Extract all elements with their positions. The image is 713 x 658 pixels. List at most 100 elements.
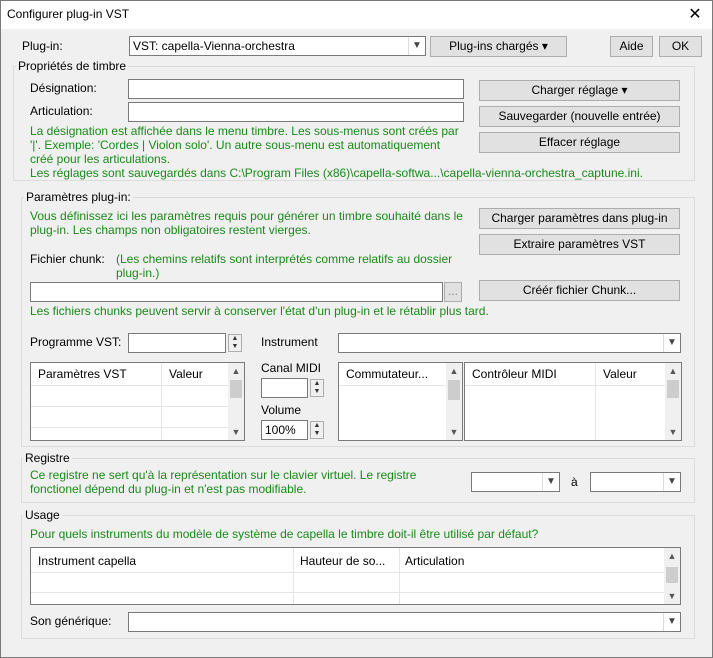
- register-info-text: Ce registre ne sert qu'à la représentati…: [30, 468, 417, 496]
- value-col-header[interactable]: Valeur: [169, 367, 203, 381]
- chunk-info-text: Les fichiers chunks peuvent servir à con…: [30, 304, 489, 318]
- usage-question-text: Pour quels instruments du modèle de syst…: [30, 527, 539, 541]
- spin-up-icon[interactable]: ▲: [311, 422, 323, 430]
- capella-instrument-table[interactable]: Instrument capella Hauteur de so... Arti…: [30, 547, 681, 605]
- row-divider: [465, 385, 665, 386]
- chevron-down-icon[interactable]: ▼: [663, 473, 680, 491]
- chevron-down-icon[interactable]: ▼: [408, 37, 425, 55]
- plugin-select-value: VST: capella-Vienna-orchestra: [133, 39, 295, 53]
- column-divider: [595, 363, 596, 440]
- scroll-thumb[interactable]: [667, 380, 679, 398]
- chunk-file-input[interactable]: [30, 282, 443, 302]
- scroll-down-icon[interactable]: ▼: [664, 588, 680, 604]
- designation-input[interactable]: [128, 79, 464, 99]
- vst-params-table[interactable]: Paramètres VST Valeur ▲ ▼: [30, 362, 245, 441]
- register-to-select[interactable]: ▼: [590, 472, 681, 492]
- chevron-down-icon[interactable]: ▼: [663, 613, 680, 631]
- volume-spinner[interactable]: ▲ ▼: [310, 421, 324, 439]
- scroll-thumb[interactable]: [666, 567, 678, 583]
- vst-program-label: Programme VST:: [30, 335, 122, 349]
- params-intro-text: Vous définissez ici les paramètres requi…: [30, 209, 463, 237]
- timbre-group-label: Propriétés de timbre: [16, 59, 129, 73]
- plugin-label: Plug-in:: [22, 39, 63, 53]
- articulation-input[interactable]: [128, 102, 464, 122]
- designation-label: Désignation:: [30, 81, 97, 95]
- register-from-select[interactable]: ▼: [471, 472, 560, 492]
- row-divider: [339, 385, 447, 386]
- column-divider: [161, 363, 162, 440]
- window-title: Configurer plug-in VST: [7, 7, 130, 21]
- spin-up-icon[interactable]: ▲: [229, 335, 241, 343]
- switch-col-header[interactable]: Commutateur...: [346, 367, 428, 381]
- volume-label: Volume: [261, 403, 302, 417]
- midi-channel-label: Canal MIDI: [261, 361, 322, 375]
- chevron-down-icon[interactable]: ▼: [663, 334, 680, 352]
- midi-controller-table[interactable]: Contrôleur MIDI Valeur ▲ ▼: [464, 362, 682, 441]
- chunk-file-label: Fichier chunk:: [30, 252, 105, 266]
- scroll-down-icon[interactable]: ▼: [665, 424, 681, 440]
- capella-instrument-col-header[interactable]: Instrument capella: [38, 554, 136, 568]
- scroll-down-icon[interactable]: ▼: [228, 424, 244, 440]
- midi-channel-input[interactable]: [261, 378, 308, 398]
- scroll-up-icon[interactable]: ▲: [665, 363, 681, 379]
- spin-down-icon[interactable]: ▼: [311, 388, 323, 396]
- register-to-label: à: [571, 475, 578, 489]
- spin-down-icon[interactable]: ▼: [311, 430, 323, 438]
- browse-chunk-button[interactable]: ...: [444, 282, 462, 302]
- row-divider: [31, 406, 229, 407]
- column-divider: [293, 548, 294, 604]
- spin-up-icon[interactable]: ▲: [311, 380, 323, 388]
- loaded-plugins-button[interactable]: Plug-ins chargés ▾: [430, 36, 567, 57]
- plugin-params-group-label: Paramètres plug-in:: [24, 190, 133, 204]
- column-divider: [399, 548, 400, 604]
- generic-sound-select[interactable]: ▼: [128, 612, 681, 632]
- create-chunk-button[interactable]: Créér fichier Chunk...: [479, 280, 680, 301]
- close-icon[interactable]: ✕: [681, 3, 709, 27]
- load-setting-button[interactable]: Charger réglage ▾: [479, 80, 680, 101]
- vertical-scrollbar[interactable]: ▲ ▼: [446, 363, 462, 440]
- vertical-scrollbar[interactable]: ▲ ▼: [664, 548, 680, 604]
- instrument-label: Instrument: [261, 335, 318, 349]
- articulation-label: Articulation:: [30, 104, 93, 118]
- volume-input[interactable]: 100%: [261, 420, 308, 440]
- scroll-up-icon[interactable]: ▲: [664, 548, 680, 564]
- scroll-thumb[interactable]: [448, 380, 460, 400]
- scroll-thumb[interactable]: [230, 380, 242, 398]
- load-params-button[interactable]: Charger paramètres dans plug-in: [479, 208, 680, 229]
- title-bar: Configurer plug-in VST ✕: [1, 1, 712, 29]
- instrument-select[interactable]: ▼: [338, 333, 681, 353]
- scroll-up-icon[interactable]: ▲: [228, 363, 244, 379]
- generic-sound-label: Son générique:: [30, 614, 112, 628]
- vertical-scrollbar[interactable]: ▲ ▼: [228, 363, 244, 440]
- row-divider: [31, 572, 665, 573]
- switch-table[interactable]: Commutateur... ▲ ▼: [338, 362, 463, 441]
- vst-program-spinner[interactable]: ▲ ▼: [228, 334, 242, 352]
- scroll-down-icon[interactable]: ▼: [446, 424, 462, 440]
- controller-value-col-header[interactable]: Valeur: [603, 367, 637, 381]
- plugin-select[interactable]: VST: capella-Vienna-orchestra ▼: [129, 36, 426, 56]
- save-setting-button[interactable]: Sauvegarder (nouvelle entrée): [479, 106, 680, 127]
- vst-params-col-header[interactable]: Paramètres VST: [38, 367, 127, 381]
- vst-program-input[interactable]: [128, 333, 226, 353]
- usage-group-label: Usage: [23, 508, 62, 522]
- dialog-window: Configurer plug-in VST ✕ Plug-in: VST: c…: [0, 0, 713, 658]
- chevron-down-icon[interactable]: ▼: [542, 473, 559, 491]
- ok-button[interactable]: OK: [659, 36, 702, 57]
- row-divider: [31, 592, 665, 593]
- extract-vst-params-button[interactable]: Extraire paramètres VST: [479, 234, 680, 255]
- spin-down-icon[interactable]: ▼: [229, 343, 241, 351]
- vertical-scrollbar[interactable]: ▲ ▼: [665, 363, 681, 440]
- midi-channel-spinner[interactable]: ▲ ▼: [310, 379, 324, 397]
- articulation-col-header[interactable]: Articulation: [405, 554, 464, 568]
- row-divider: [31, 385, 229, 386]
- midi-controller-col-header[interactable]: Contrôleur MIDI: [472, 367, 557, 381]
- scroll-up-icon[interactable]: ▲: [446, 363, 462, 379]
- register-group-label: Registre: [23, 451, 72, 465]
- pitch-col-header[interactable]: Hauteur de so...: [300, 554, 385, 568]
- delete-setting-button[interactable]: Effacer réglage: [479, 132, 680, 153]
- help-button[interactable]: Aide: [610, 36, 653, 57]
- chunk-path-note: (Les chemins relatifs sont interprétés c…: [116, 252, 453, 280]
- settings-path-text: Les réglages sont sauvegardés dans C:\Pr…: [30, 166, 643, 180]
- designation-help-text: La désignation est affichée dans le menu…: [30, 124, 459, 166]
- row-divider: [31, 427, 229, 428]
